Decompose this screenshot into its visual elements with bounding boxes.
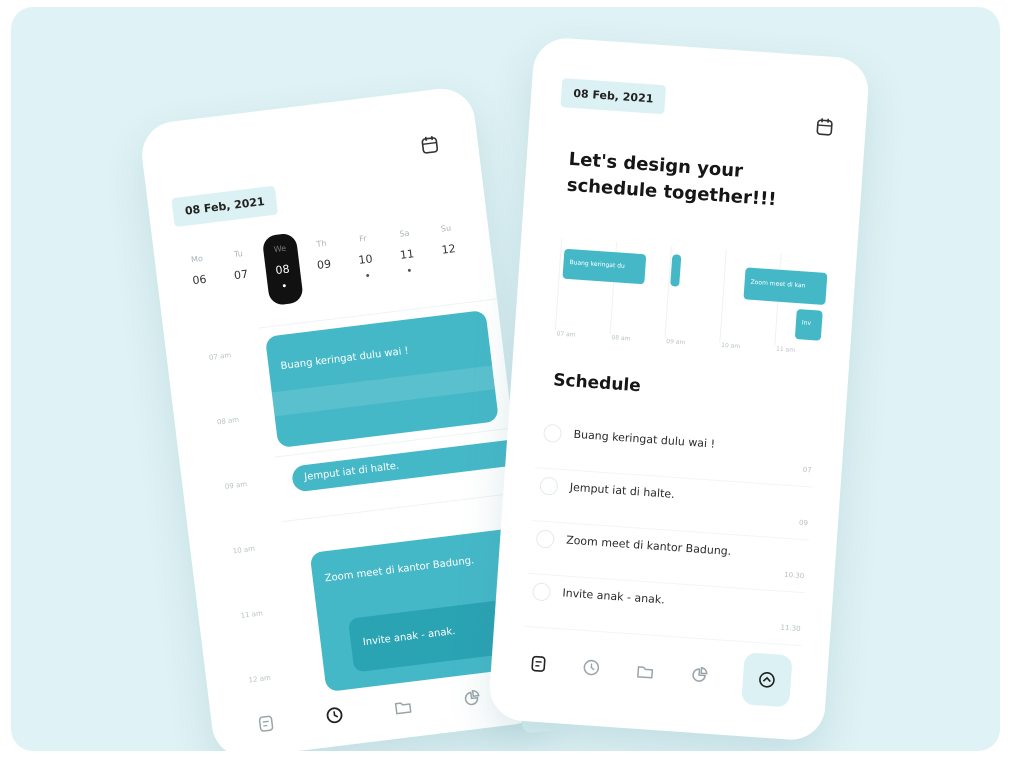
day-name: Th [315,238,327,249]
date-chip[interactable]: 08 Feb, 2021 [560,78,667,115]
day-name: Sa [399,228,411,239]
day-thu[interactable]: Th 09 [303,227,345,301]
day-name: Fr [358,233,368,244]
week-strip: Mo 06 Tu 07 We 08 Th 09 Fr 10 Sa 11 Su 1… [178,212,469,316]
day-name: Su [440,223,452,234]
day-tue[interactable]: Tu 07 [220,238,262,312]
schedule-text: Buang keringat dulu wai ! [573,427,716,451]
day-fri[interactable]: Fr 10 [344,222,386,296]
day-sun[interactable]: Su 12 [427,212,469,286]
grid-line [719,249,727,342]
headline: Let's design your schedule together!!! [566,147,779,214]
hour-label: 12 am [248,673,272,685]
notes-icon[interactable] [256,714,276,734]
checkbox[interactable] [542,423,563,443]
notes-icon[interactable] [529,654,548,673]
hour-label: 09 am [224,480,248,491]
schedule-time: 11.30 [780,623,801,634]
event-title: Zoom meet di kantor Badung. [324,555,475,585]
schedule-list: Buang keringat dulu wai ! 07 Jemput iat … [524,415,817,647]
calendar-icon[interactable] [420,133,440,155]
pie-chart-icon[interactable] [461,688,481,708]
timeline: 07 am 08 am 09 am 10 am 11 am 12 am Buan… [164,298,549,716]
day-number: 08 [274,262,291,278]
day-sat[interactable]: Sa 11 [386,217,428,291]
checkbox[interactable] [535,529,555,549]
checkbox[interactable] [531,582,552,602]
event-card[interactable]: Jemput iat di halte. [290,438,523,493]
mini-event[interactable]: Buang keringat du [562,248,647,285]
clock-icon[interactable] [325,705,345,725]
calendar-icon[interactable] [815,116,834,137]
mini-timeline: 07 am 08 am 09 am 10 am 11 am Buang keri… [554,238,836,367]
event-dot [407,268,411,273]
event-card[interactable]: Buang keringat dulu wai ! [264,309,499,449]
schedule-text: Jemput iat di halte. [569,480,676,501]
day-name: Mo [190,253,204,265]
mini-hour-label: 09 am [666,338,686,347]
hour-label: 10 am [232,544,256,556]
expand-button[interactable] [741,652,793,708]
pie-chart-icon[interactable] [689,665,708,684]
mini-event-marker[interactable] [670,254,682,287]
schedule-text: Zoom meet di kantor Badung. [565,533,732,559]
right-phone: 08 Feb, 2021 Let's design your schedule … [487,36,871,742]
day-number: 10 [357,252,374,267]
folder-icon[interactable] [636,662,655,681]
schedule-title: Schedule [552,370,642,397]
event-stripe [271,365,496,417]
grid-line [282,491,521,523]
schedule-text: Invite anak - anak. [562,586,666,607]
bottom-nav [490,635,829,710]
chevron-up-icon [759,672,775,688]
day-name: We [273,243,287,255]
hour-label: 11 am [240,609,264,620]
mini-event[interactable]: Inv [794,309,823,341]
day-number: 09 [316,257,332,272]
day-number: 06 [191,272,208,288]
day-mon[interactable]: Mo 06 [178,243,220,317]
day-number: 11 [399,247,415,262]
day-number: 07 [233,267,249,283]
mini-hour-label: 10 am [720,341,741,351]
mini-hour-label: 08 am [611,334,631,343]
date-chip[interactable]: 08 Feb, 2021 [171,185,279,228]
grid-line [554,238,563,331]
day-name: Tu [233,249,244,260]
schedule-time: 09 [798,518,809,528]
schedule-time: 10.30 [783,570,805,581]
hour-label: 08 am [216,415,240,427]
event-dot [365,273,370,278]
mini-hour-label: 07 am [556,330,576,339]
grid-line [664,246,672,338]
hour-label: 07 am [208,351,232,362]
schedule-time: 07 [802,465,812,475]
day-wed-selected[interactable]: We 08 [261,232,304,307]
folder-icon[interactable] [393,697,413,717]
mini-hour-label: 11 am [775,345,796,354]
left-phone: 08 Feb, 2021 Mo 06 Tu 07 We 08 Th 09 Fr … [138,84,549,751]
event-title: Jemput iat di halte. [303,460,400,484]
event-dot [282,283,287,288]
mini-event[interactable]: Zoom meet di kan [743,267,828,305]
day-number: 12 [440,242,457,257]
event-title: Invite anak - anak. [362,625,457,649]
event-title: Buang keringat dulu wai ! [280,345,410,373]
clock-icon[interactable] [582,658,601,677]
showcase-frame: 08 Feb, 2021 Mo 06 Tu 07 We 08 Th 09 Fr … [11,7,1000,751]
checkbox[interactable] [539,476,559,496]
